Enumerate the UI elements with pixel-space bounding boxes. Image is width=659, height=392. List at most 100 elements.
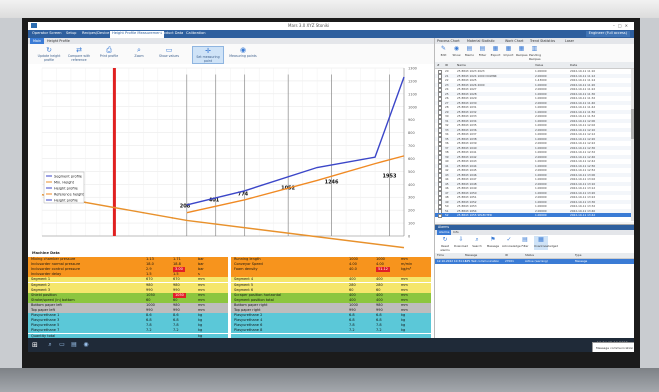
grid-row[interactable]: 50 25 8843 1053 1.00000 2022-10-11 13:32 — [435, 204, 634, 210]
grid-header-cell[interactable]: # — [437, 62, 440, 68]
grid-row[interactable]: 32 25 8843 1035 1.00000 2022-10-11 12:02 — [435, 123, 634, 129]
grid-cell-name: 25 8843 1029 — [457, 96, 477, 100]
alarm-tool-button-3[interactable]: ⚑ Message — [486, 236, 500, 250]
toolbar-button-5[interactable]: ✛ Set measuring point — [192, 46, 224, 64]
tab-recipes[interactable]: Recipes/Device — [82, 31, 109, 35]
right-toolbar-icon: ◉ — [453, 45, 460, 52]
right-toolbar-button-6[interactable]: ▦ Recipes — [516, 45, 528, 60]
grid-row[interactable]: 42 25 8843 1045 2.00000 2022-10-11 12:52 — [435, 168, 634, 174]
toolbar-label: Update height profile — [37, 54, 61, 62]
alarm-tool-button-6[interactable]: ▦ Unacknowledged — [534, 236, 558, 250]
toolbar-button-6[interactable]: ◉ Measuring points — [228, 46, 258, 62]
grid-row[interactable]: 47 25 8843 1050 1.00000 2022-10-11 13:20 — [435, 190, 634, 196]
right-toolbar-button-1[interactable]: ◉ Show — [451, 45, 462, 60]
grid-row[interactable]: 31 25 8843 1034 1.00000 2022-10-11 12:00 — [435, 118, 634, 124]
grid-row[interactable]: 41 25 8843 1044 1.00000 2022-10-11 12:50 — [435, 163, 634, 169]
grid-row[interactable]: 46 25 8843 1049 1.00000 2022-10-11 13:12 — [435, 186, 634, 192]
right-toolbar-button-2[interactable]: ▤ Memo — [464, 45, 475, 60]
grid-row[interactable]: 49 25 8843 1052 1.00000 2022-10-11 13:30 — [435, 199, 634, 205]
grid-row[interactable]: 44 25 8843 1047 1.00000 2022-10-11 13:02 — [435, 177, 634, 183]
grid-scrollbar[interactable] — [631, 69, 634, 221]
alarm-tool-button-5[interactable]: ▤ Filter — [518, 236, 532, 250]
tray-notification[interactable]: Message communication — [592, 342, 634, 352]
grid-header-cell[interactable]: Value — [535, 62, 543, 68]
alarm-row[interactable]: 12.10.2022 10:34:12 SPS Test communicatio… — [435, 259, 634, 264]
grid-row[interactable]: 23 25 8843 1026 2000 1.00000 2022-10-11 11:… — [435, 82, 634, 88]
grid-row[interactable]: 26 25 8843 1029 1.00000 2022-10-11 11:32 — [435, 96, 634, 102]
alarm-header-cell[interactable]: Type — [575, 253, 581, 258]
grid-cell-value: 1.00000 — [535, 150, 547, 154]
app-taskbar-icon[interactable]: ◉ — [82, 341, 90, 349]
start-icon[interactable]: ⊞ — [32, 341, 40, 349]
grid-cell-id: 46 — [445, 186, 449, 190]
right-toolbar-button-5[interactable]: ▦ Import — [503, 45, 514, 60]
grid-row[interactable]: 24 25 8843 1027 2.00000 2022-10-11 11:22 — [435, 87, 634, 93]
grid-row[interactable]: 27 25 8843 1030 2.00000 2022-10-11 11:40 — [435, 100, 634, 106]
right-toolbar-button-7[interactable]: ▥ Pending Recipes — [529, 45, 541, 61]
grid-header-cell[interactable]: Date — [570, 62, 577, 68]
window-controls[interactable]: –□✕ — [613, 23, 631, 28]
grid-header-cell[interactable]: Name — [457, 62, 466, 68]
grid-row[interactable]: 33 25 8843 1036 2.00000 2022-10-11 12:10 — [435, 127, 634, 133]
grid-row[interactable]: 20 25 8843 1023 2023 1.00000 2022-10-11 11:… — [435, 69, 634, 75]
alarm-tool-button-1[interactable]: ⇩ Download — [454, 236, 468, 250]
grid-row[interactable]: 21 25 8843 1024 1000 DOWNR 2.00000 2022-10-… — [435, 73, 634, 79]
tab-operator-screen[interactable]: Operator Screen — [32, 31, 62, 35]
explorer-icon[interactable]: ▤ — [70, 341, 78, 349]
grid-row[interactable]: 51 25 8843 1054 2.00000 2022-10-11 13:40 — [435, 208, 634, 214]
grid-cell-value: 1.00000 — [535, 91, 547, 96]
alarm-header-cell[interactable]: Time — [437, 253, 444, 258]
alarm-tool-button-4[interactable]: ✓ Acknowledge — [502, 236, 521, 250]
task-view-icon[interactable]: ▭ — [58, 341, 66, 349]
right-toolbar-button-3[interactable]: ▤ Filter — [477, 45, 488, 60]
grid-row[interactable]: 34 25 8843 1037 1.00000 2022-10-11 12:12 — [435, 132, 634, 138]
toolbar-button-3[interactable]: ⌕ Zoom — [124, 46, 154, 62]
grid-row[interactable]: 43 25 8843 1046 1.00000 2022-10-11 13:00 — [435, 172, 634, 178]
ribbon: Operator Screen Setup Recipes/Device Hei… — [28, 30, 634, 38]
search-icon[interactable]: ⌕ — [46, 341, 54, 349]
grid-row[interactable]: 36 25 8843 1039 2.00000 2022-10-11 12:22 — [435, 141, 634, 147]
grid-row[interactable]: 25 25 8843 1028 1.00000 2022-10-11 11:30 — [435, 91, 634, 97]
scrollbar-thumb[interactable] — [631, 109, 634, 139]
alarm-header-cell[interactable]: Status — [525, 253, 534, 258]
grid-row[interactable]: 39 25 8843 1042 2.00000 2022-10-11 12:40 — [435, 154, 634, 160]
grid-row[interactable]: 40 25 8843 1043 1.00000 2022-10-11 12:42 — [435, 159, 634, 165]
grid-row[interactable]: 29 25 8843 1032 1.00000 2022-10-11 11:50 — [435, 109, 634, 115]
grid-cell-name: 25 8843 1045 — [457, 168, 477, 172]
alarm-tool-button-2[interactable]: ⌕ Search — [470, 236, 484, 250]
alarm-tool-icon: ▤ — [522, 236, 528, 243]
grid-row[interactable]: 48 25 8843 1051 2.00000 2022-10-11 13:22 — [435, 195, 634, 201]
alarm-header-cell[interactable]: ID — [505, 253, 508, 258]
grid-row[interactable]: 38 25 8843 1041 1.00000 2022-10-11 12:32 — [435, 150, 634, 156]
grid-cell-id: 39 — [445, 154, 449, 159]
tab-calibration[interactable]: Calibration — [186, 31, 206, 35]
alarm-header-cell[interactable]: Message — [465, 253, 477, 258]
toolbar-button-1[interactable]: ⇄ Compare with reference — [64, 46, 94, 62]
tab-height-profile[interactable]: Height Profile Measurement — [110, 31, 165, 38]
grid-header-cell[interactable]: ID — [445, 62, 448, 68]
grid-cell-name: 25 8843 1046 — [457, 172, 477, 177]
grid-cell-id: 38 — [445, 150, 449, 154]
grid-row[interactable]: 35 25 8843 1038 1.00000 2022-10-11 12:20 — [435, 136, 634, 142]
grid-row[interactable]: 22 25 8843 1025 1.43000 2022-10-11 11:14 — [435, 78, 634, 84]
grid-cell-id: 25 — [445, 91, 449, 96]
tab-product-data[interactable]: Product Data — [160, 31, 183, 35]
right-toolbar-button-4[interactable]: ▦ Export — [490, 45, 501, 60]
grid-cell-name: 25 8843 1037 — [457, 132, 477, 136]
legend-label: Reference height — [54, 192, 85, 196]
right-toolbar-button-0[interactable]: ✎ Edit — [438, 45, 449, 60]
grid-row[interactable]: 28 25 8843 1031 1.00000 2022-10-11 11:42 — [435, 105, 634, 111]
grid-row[interactable]: 37 25 8843 1040 1.00000 2022-10-11 12:30 — [435, 145, 634, 151]
grid-row[interactable]: 45 25 8843 1048 2.00000 2022-10-11 13:10 — [435, 181, 634, 187]
grid-cell-date: 2022-10-11 13:42 — [570, 213, 596, 217]
toolbar-button-0[interactable]: ↻ Update height profile — [34, 46, 64, 62]
grid-cell-id: 44 — [445, 177, 449, 181]
toolbar-button-4[interactable]: ▭ Show values — [154, 46, 184, 62]
row-checkbox[interactable] — [438, 213, 443, 219]
alarm-tool-button-0[interactable]: ↻ Reset alarms — [438, 236, 452, 252]
grid-row[interactable]: 52 25 8843 1055 SELECTED 1.00000 2022-10-11… — [435, 213, 634, 219]
grid-row[interactable]: 30 25 8843 1033 2.00000 2022-10-11 11:52 — [435, 114, 634, 120]
user-indicator[interactable]: Engineer (Full access) — [585, 31, 630, 37]
toolbar-button-2[interactable]: ⎙ Print profile — [94, 46, 124, 62]
tab-setup[interactable]: Setup — [66, 31, 76, 35]
